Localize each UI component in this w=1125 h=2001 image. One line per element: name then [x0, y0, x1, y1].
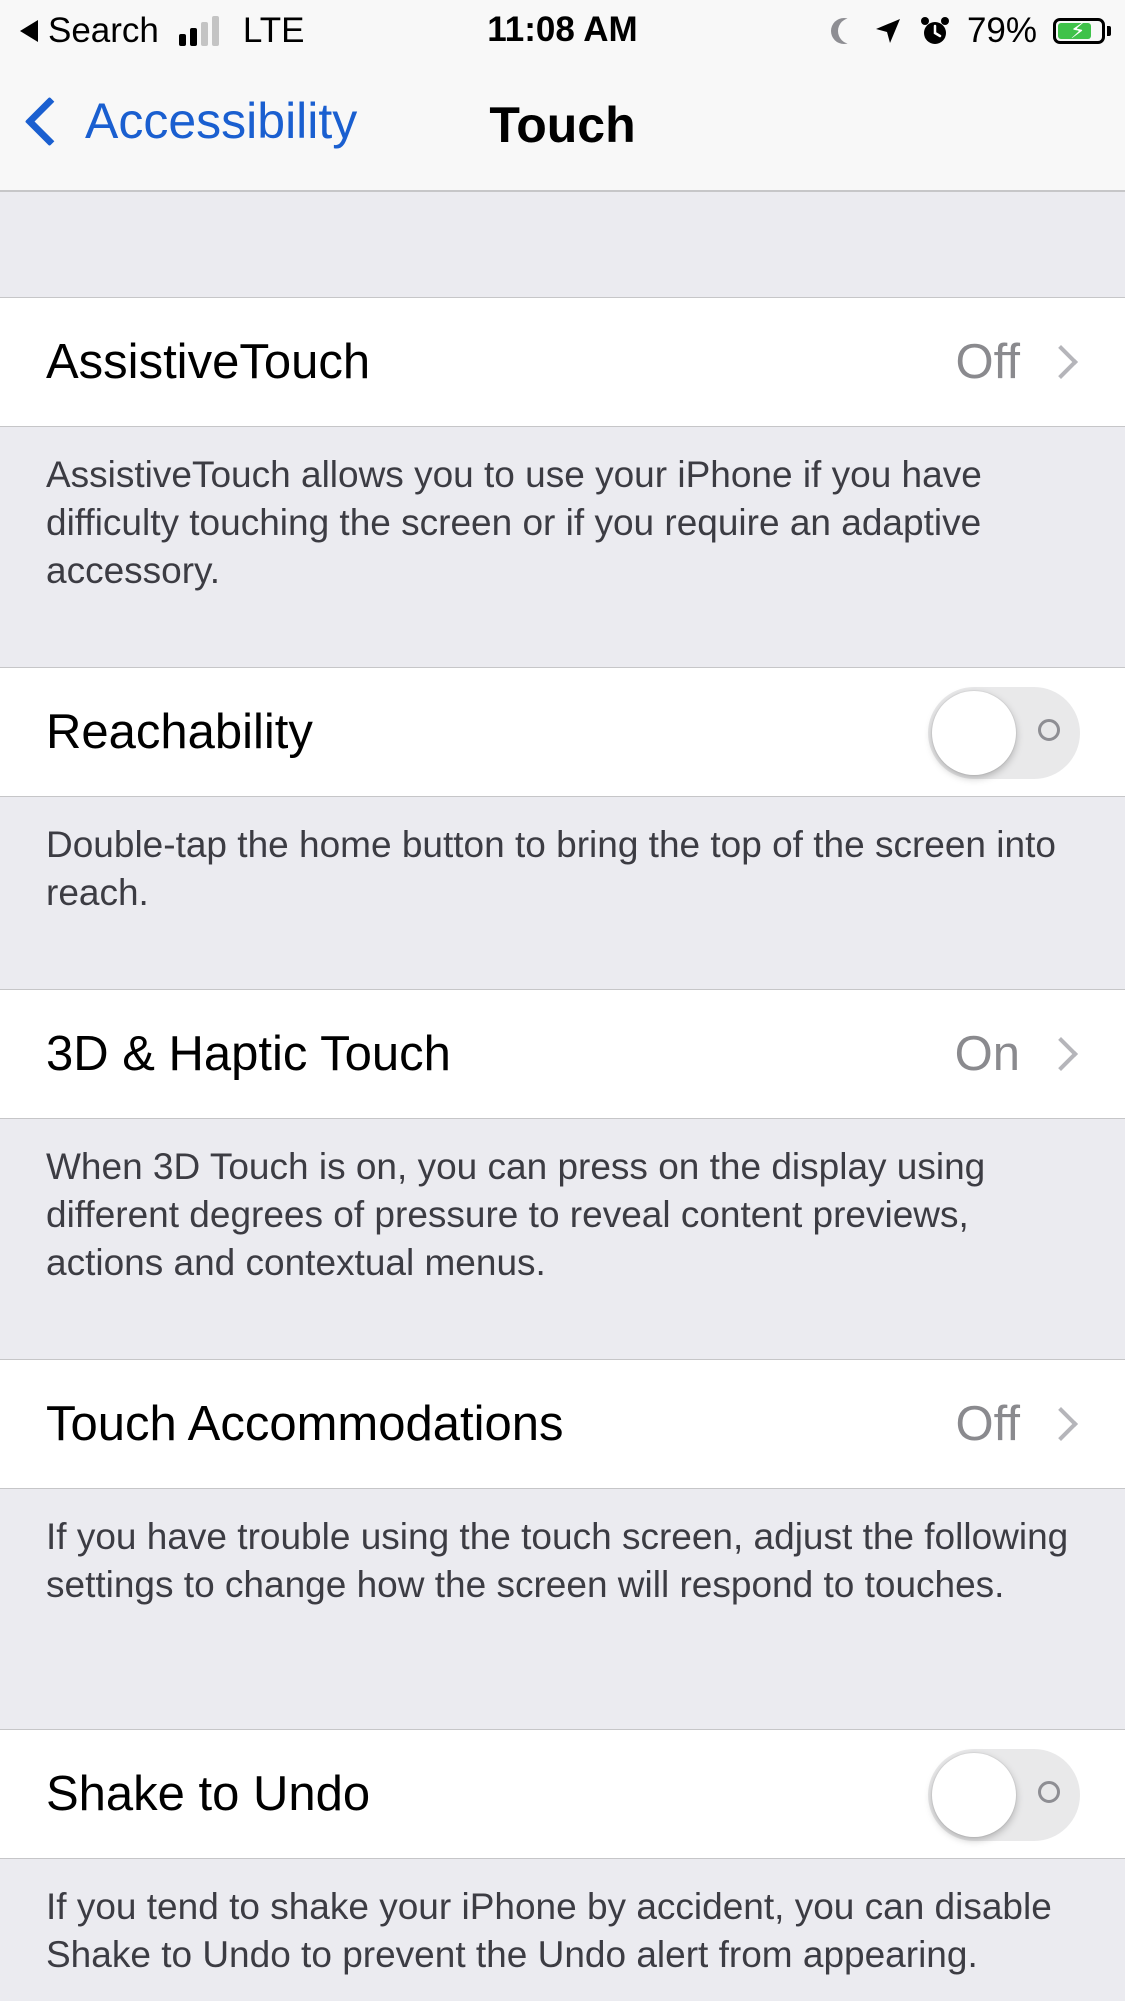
chevron-right-icon — [1044, 1037, 1078, 1071]
navigation-bar: Accessibility Touch — [0, 62, 1125, 192]
chevron-right-icon — [1044, 1407, 1078, 1441]
toggle-knob — [932, 691, 1016, 775]
shake-to-undo-row: Shake to Undo — [0, 1729, 1125, 1859]
toggle-knob — [932, 1753, 1016, 1837]
status-right: 79% ⚡ — [831, 10, 1111, 52]
charging-bolt-icon: ⚡ — [1070, 18, 1086, 43]
settings-list: AssistiveTouch Off AssistiveTouch allows… — [0, 192, 1125, 2001]
page-title: Touch — [489, 97, 636, 153]
shake-to-undo-toggle[interactable] — [928, 1749, 1080, 1841]
assistivetouch-footer: AssistiveTouch allows you to use your iP… — [46, 454, 982, 591]
assistivetouch-row[interactable]: AssistiveTouch Off — [0, 297, 1125, 427]
battery-icon: ⚡ — [1053, 18, 1111, 44]
shake-to-undo-footer: If you tend to shake your iPhone by acci… — [46, 1886, 1052, 1975]
chevron-right-icon — [1044, 345, 1078, 379]
touch-accommodations-footer: If you have trouble using the touch scre… — [46, 1516, 1069, 1605]
reachability-row: Reachability — [0, 667, 1125, 797]
reachability-toggle[interactable] — [928, 687, 1080, 779]
toggle-off-indicator-icon — [1038, 719, 1060, 741]
reachability-label: Reachability — [46, 705, 313, 759]
touch-accommodations-label: Touch Accommodations — [46, 1397, 564, 1451]
settings-touch-screen: Search LTE 11:08 AM 79% ⚡ Accessibility … — [0, 0, 1125, 2001]
3d-haptic-touch-row[interactable]: 3D & Haptic Touch On — [0, 989, 1125, 1119]
reachability-footer: Double-tap the home button to bring the … — [46, 824, 1056, 913]
status-bar: Search LTE 11:08 AM 79% ⚡ — [0, 0, 1125, 62]
assistivetouch-label: AssistiveTouch — [46, 335, 371, 389]
3d-haptic-touch-value: On — [954, 1027, 1020, 1081]
3d-haptic-touch-footer: When 3D Touch is on, you can press on th… — [46, 1146, 986, 1283]
shake-to-undo-label: Shake to Undo — [46, 1767, 371, 1821]
3d-haptic-touch-label: 3D & Haptic Touch — [46, 1027, 451, 1081]
touch-accommodations-row[interactable]: Touch Accommodations Off — [0, 1359, 1125, 1489]
assistivetouch-value: Off — [955, 335, 1020, 389]
alarm-clock-icon — [920, 17, 949, 44]
toggle-off-indicator-icon — [1038, 1781, 1060, 1803]
battery-percentage: 79% — [966, 11, 1037, 50]
touch-accommodations-value: Off — [955, 1397, 1020, 1451]
location-arrow-icon — [875, 19, 900, 43]
do-not-disturb-icon — [838, 18, 864, 44]
